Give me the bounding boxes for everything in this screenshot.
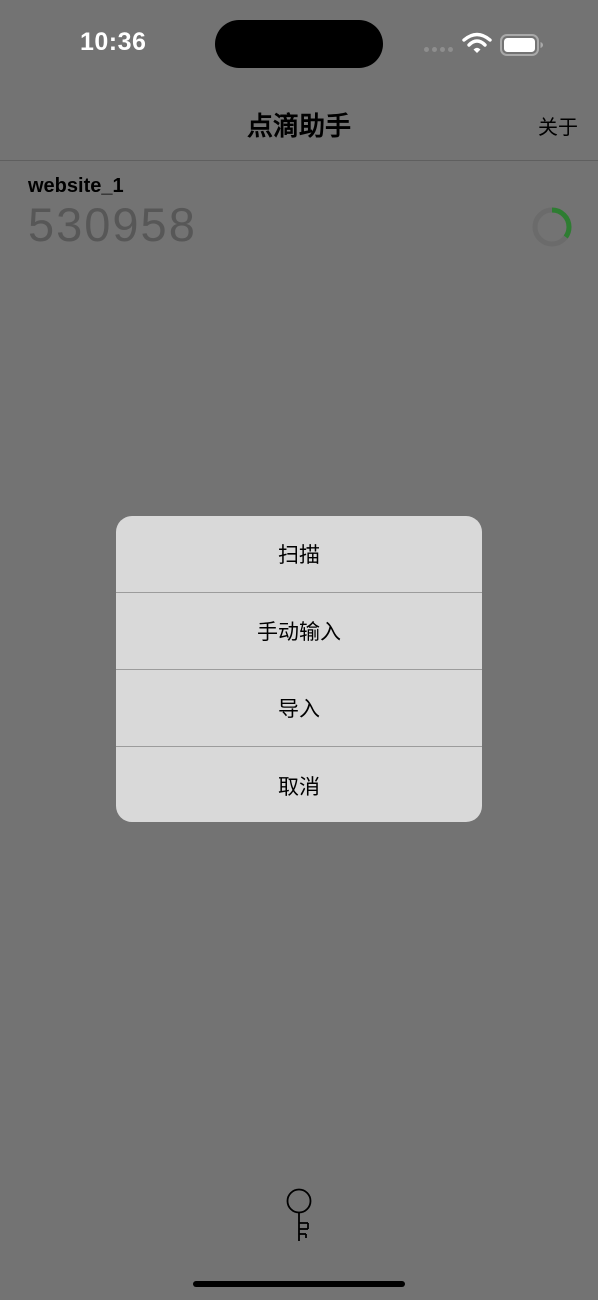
cell-signal-icon [424,47,453,52]
countdown-ring-icon [532,207,572,247]
manual-entry-button[interactable]: 手动输入 [116,593,482,670]
page-title: 点滴助手 [246,112,351,142]
battery-icon [500,34,543,56]
status-bar: 10:36 [0,0,598,90]
scan-button[interactable]: 扫描 [116,516,482,593]
import-button[interactable]: 导入 [116,670,482,747]
action-sheet: 扫描 手动输入 导入 取消 [116,516,482,822]
otp-code: 530958 [28,198,197,251]
navigation-bar: 点滴助手 关于 [0,90,598,161]
account-row[interactable]: website_1 530958 [0,161,598,261]
status-time: 10:36 [80,28,147,56]
about-button[interactable]: 关于 [538,111,578,140]
key-icon[interactable] [284,1188,314,1244]
cancel-button[interactable]: 取消 [116,747,482,822]
account-name: website_1 [28,175,124,197]
dynamic-island [215,20,383,68]
wifi-icon [462,32,492,53]
home-indicator[interactable] [193,1281,405,1287]
